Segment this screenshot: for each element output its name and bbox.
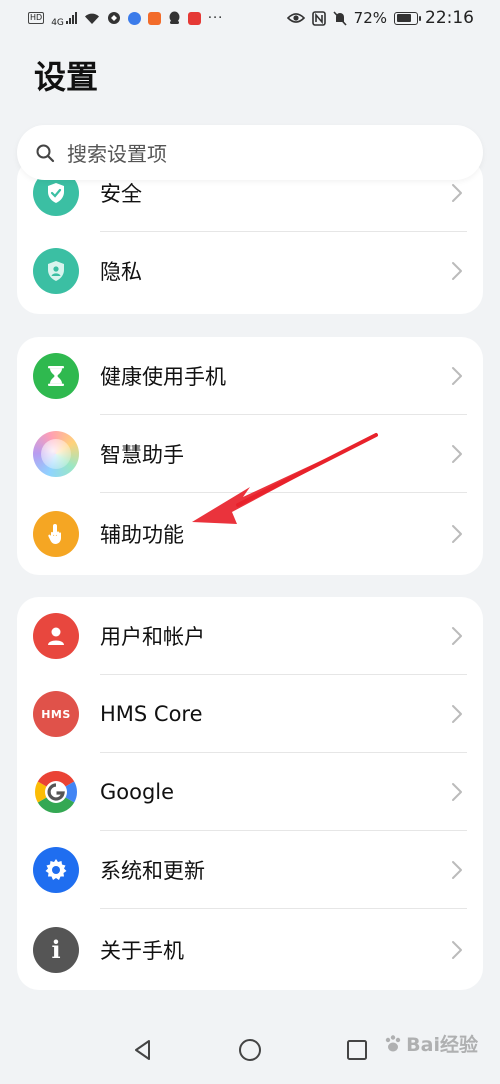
search-input[interactable]: 搜索设置项: [17, 125, 483, 180]
chevron-right-icon: [451, 940, 463, 960]
info-icon: i: [33, 926, 79, 973]
search-placeholder: 搜索设置项: [67, 142, 167, 166]
gear-icon: [33, 847, 79, 893]
more-notifications-icon: ···: [207, 10, 224, 26]
chevron-right-icon: [451, 444, 463, 464]
back-button[interactable]: [131, 1038, 155, 1062]
settings-group-wellbeing: 健康使用手机 智慧助手 辅助功能: [17, 337, 483, 575]
status-bar-left: HD 4G ···: [28, 9, 223, 28]
settings-item-label: 用户和帐户: [100, 625, 205, 649]
settings-item-smart-assistant[interactable]: 智慧助手: [17, 415, 483, 493]
search-icon: [35, 143, 55, 163]
battery-percent: 72%: [353, 9, 387, 27]
wifi-icon: [84, 13, 99, 24]
recents-button[interactable]: [345, 1038, 369, 1062]
page-title: 设置: [34, 58, 99, 96]
nfc-icon: [311, 10, 326, 26]
settings-item-label: 智慧助手: [100, 443, 184, 467]
info-badge: i: [51, 935, 61, 964]
clock: 22:16: [425, 8, 474, 28]
settings-item-system-update[interactable]: 系统和更新: [17, 831, 483, 909]
settings-group-security: 安全 隐私: [17, 158, 483, 314]
settings-item-label: HMS Core: [100, 702, 203, 726]
hms-badge: HMS: [41, 707, 71, 721]
settings-item-label: 隐私: [100, 260, 142, 284]
settings-group-system: 用户和帐户 HMS HMS Core Google 系统和更新 i 关于手机: [17, 597, 483, 990]
settings-item-label: 辅助功能: [100, 523, 184, 547]
music-app-icon: [127, 11, 141, 25]
hourglass-icon: [33, 353, 79, 399]
chevron-right-icon: [451, 704, 463, 724]
settings-item-label: 系统和更新: [100, 859, 205, 883]
settings-item-digital-balance[interactable]: 健康使用手机: [17, 337, 483, 415]
settings-item-google[interactable]: Google: [17, 753, 483, 831]
battery-icon: [394, 11, 421, 25]
status-bar-right: 72% 22:16: [286, 8, 474, 28]
home-button[interactable]: [238, 1038, 262, 1062]
network-type: 4G: [51, 17, 64, 28]
settings-item-hms-core[interactable]: HMS HMS Core: [17, 675, 483, 753]
paw-logo-icon: [385, 1034, 401, 1051]
chevron-right-icon: [451, 524, 463, 544]
settings-item-label: Google: [100, 780, 175, 804]
shopping-app-icon: [187, 11, 201, 25]
smart-assistant-icon: [33, 431, 79, 477]
vpn-icon: [107, 12, 120, 24]
notification-app-icon: [147, 11, 161, 25]
watermark-text: Bai经验: [406, 1034, 478, 1056]
settings-item-privacy[interactable]: 隐私: [17, 232, 483, 310]
qq-icon: [169, 11, 180, 24]
eye-comfort-icon: [286, 13, 305, 23]
status-bar: HD 4G ··· 72% 22:16: [0, 0, 500, 36]
settings-item-users-accounts[interactable]: 用户和帐户: [17, 597, 483, 675]
chevron-right-icon: [451, 261, 463, 281]
mute-bell-icon: [333, 10, 347, 26]
hand-pointer-icon: [33, 511, 79, 557]
settings-item-accessibility[interactable]: 辅助功能: [17, 493, 483, 575]
hms-icon: HMS: [33, 691, 79, 737]
chevron-right-icon: [451, 626, 463, 646]
chevron-right-icon: [451, 860, 463, 880]
hd-indicator: HD: [28, 12, 45, 24]
settings-item-label: 安全: [100, 182, 142, 206]
settings-item-label: 健康使用手机: [100, 365, 226, 389]
chevron-right-icon: [451, 782, 463, 802]
chevron-right-icon: [451, 366, 463, 386]
privacy-shield-icon: [33, 248, 79, 294]
settings-item-label: 关于手机: [100, 938, 184, 963]
chevron-right-icon: [451, 183, 463, 203]
signal-icon: [65, 12, 77, 24]
user-icon: [33, 613, 79, 659]
settings-item-about-phone[interactable]: i 关于手机: [17, 909, 483, 990]
baidu-watermark: Bai经验: [383, 1030, 478, 1057]
google-icon: [33, 769, 79, 815]
